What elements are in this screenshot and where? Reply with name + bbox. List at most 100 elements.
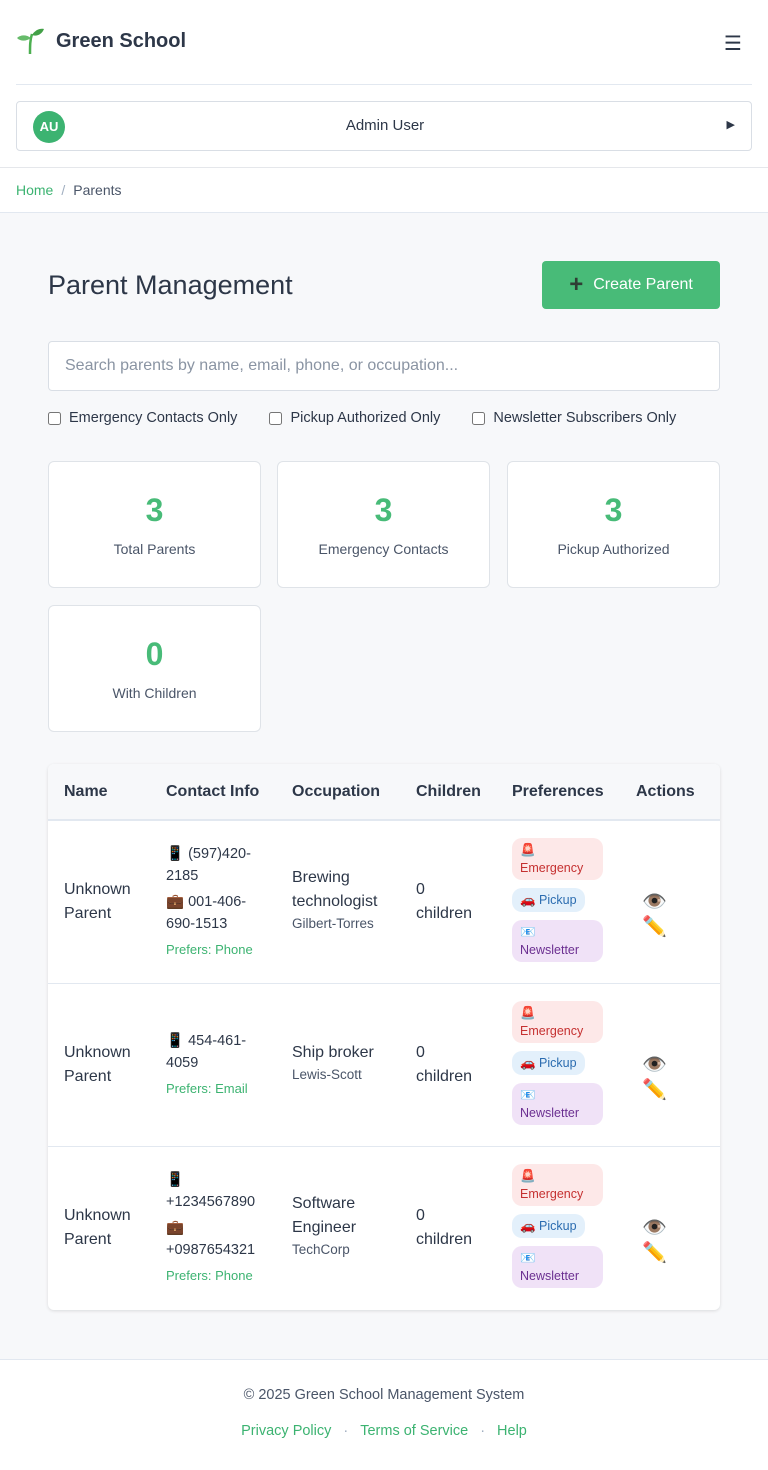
- terms-link[interactable]: Terms of Service: [360, 1423, 468, 1439]
- parent-name-second: Parent: [64, 905, 112, 922]
- stat-total-parents: 3 Total Parents: [48, 461, 261, 588]
- hamburger-menu-icon[interactable]: ☰: [722, 33, 744, 55]
- page-title: Parent Management: [48, 270, 293, 300]
- contact-info: 📱 454-461-4059 Prefers: Email: [166, 1030, 266, 1098]
- pickup-badge: 🚗 Pickup: [512, 1051, 585, 1075]
- children-count: 0 children: [416, 1041, 472, 1089]
- newsletter-badge: 📧 Newsletter: [512, 1246, 603, 1288]
- job-title: Software Engineer: [292, 1195, 357, 1236]
- children-count: 0 children: [416, 878, 472, 926]
- parent-name: Unknown Parent: [64, 878, 154, 926]
- emergency-badge: 🚨 Emergency: [512, 1001, 603, 1043]
- breadcrumb-home-link[interactable]: Home: [16, 182, 53, 198]
- edit-icon[interactable]: ✏️: [642, 1077, 688, 1102]
- primary-phone: 📱 (597)420-2185: [166, 846, 251, 884]
- children-unit: children: [416, 1231, 473, 1248]
- filter-newsletter[interactable]: Newsletter Subscribers Only: [472, 410, 676, 426]
- row-actions: 👁️✏️: [642, 1215, 720, 1265]
- contact-preference: Prefers: Phone: [166, 942, 253, 957]
- breadcrumb-current: Parents: [73, 182, 122, 198]
- privacy-policy-link[interactable]: Privacy Policy: [241, 1423, 331, 1439]
- table-row: Unknown Parent 📱 +1234567890 💼 +09876543…: [48, 1147, 720, 1310]
- work-phone: 💼 001-406-690-1513: [166, 894, 247, 932]
- app-title: Green School: [56, 29, 187, 52]
- edit-icon[interactable]: ✏️: [642, 914, 688, 939]
- plus-icon: +: [569, 271, 584, 298]
- job-title: Ship broker: [292, 1044, 374, 1061]
- search-input[interactable]: [48, 341, 720, 391]
- breadcrumb: Home / Parents: [0, 168, 768, 213]
- filter-group: Emergency Contacts Only Pickup Authorize…: [48, 410, 676, 426]
- filter-emergency-checkbox[interactable]: [48, 411, 61, 425]
- main-content: Parent Management + Create Parent Emerge…: [0, 213, 768, 1359]
- col-preferences: Preferences: [512, 783, 604, 800]
- top-navbar: Green School ☰: [0, 0, 768, 85]
- row-actions: 👁️✏️: [642, 1052, 720, 1102]
- parent-name-second: Parent: [64, 1068, 112, 1085]
- table-header: Name Contact Info Occupation Children Pr…: [48, 764, 720, 821]
- parent-name-second: Parent: [64, 1231, 112, 1248]
- col-occupation: Occupation: [292, 783, 381, 800]
- employer: TechCorp: [292, 1242, 350, 1257]
- primary-phone: 📱 454-461-4059: [166, 1033, 247, 1071]
- stat-value: 3: [145, 492, 164, 528]
- user-menu[interactable]: AU Admin User ▶: [16, 101, 752, 151]
- pickup-badge: 🚗 Pickup: [512, 888, 585, 912]
- work-phone: 💼 +0987654321: [166, 1220, 256, 1258]
- caret-right-icon: ▶: [726, 119, 735, 131]
- footer-separator: ·: [343, 1423, 349, 1439]
- children-unit: children: [416, 1068, 473, 1085]
- sprout-icon: [17, 28, 44, 55]
- emergency-badge: 🚨 Emergency: [512, 838, 603, 880]
- newsletter-badge: 📧 Newsletter: [512, 1083, 603, 1125]
- copyright: © 2025 Green School Management System: [243, 1387, 525, 1403]
- row-actions: 👁️✏️: [642, 889, 720, 939]
- primary-phone: 📱 +1234567890: [166, 1172, 256, 1210]
- create-parent-button[interactable]: + Create Parent: [542, 261, 720, 309]
- stat-value: 3: [374, 492, 393, 528]
- stat-value: 3: [604, 492, 623, 528]
- filter-newsletter-checkbox[interactable]: [472, 411, 486, 425]
- occupation: Software Engineer TechCorp: [292, 1192, 402, 1257]
- stat-label: Pickup Authorized: [557, 541, 670, 557]
- stat-label: Emergency Contacts: [318, 541, 449, 557]
- edit-icon[interactable]: ✏️: [642, 1240, 688, 1265]
- filter-emergency[interactable]: Emergency Contacts Only: [48, 410, 237, 426]
- table-row: Unknown Parent 📱 454-461-4059 Prefers: E…: [48, 984, 720, 1147]
- filter-newsletter-label: Newsletter Subscribers Only: [493, 410, 677, 426]
- view-icon[interactable]: 👁️: [642, 1215, 688, 1240]
- contact-preference: Prefers: Phone: [166, 1268, 253, 1283]
- view-icon[interactable]: 👁️: [642, 1052, 688, 1077]
- stat-emergency-contacts: 3 Emergency Contacts: [277, 461, 490, 588]
- children-unit: children: [416, 905, 473, 922]
- parent-name-first: Unknown: [64, 881, 131, 898]
- filter-pickup[interactable]: Pickup Authorized Only: [269, 410, 440, 426]
- footer: © 2025 Green School Management System Pr…: [0, 1359, 768, 1470]
- view-icon[interactable]: 👁️: [642, 889, 688, 914]
- contact-preference: Prefers: Email: [166, 1081, 248, 1096]
- stat-value: 0: [145, 636, 164, 672]
- contact-info: 📱 (597)420-2185 💼 001-406-690-1513 Prefe…: [166, 843, 266, 959]
- stat-pickup-authorized: 3 Pickup Authorized: [507, 461, 720, 588]
- preferences: 🚨 Emergency 🚗 Pickup 📧 Newsletter: [512, 1164, 604, 1296]
- breadcrumb-separator: /: [61, 182, 66, 198]
- parent-name-first: Unknown: [64, 1044, 131, 1061]
- brand[interactable]: Green School: [16, 26, 186, 56]
- children-number: 0: [416, 1044, 425, 1061]
- filter-pickup-checkbox[interactable]: [269, 411, 283, 425]
- employer: Lewis-Scott: [292, 1067, 362, 1082]
- preferences: 🚨 Emergency 🚗 Pickup 📧 Newsletter: [512, 838, 604, 970]
- stat-label: Total Parents: [113, 541, 196, 557]
- parent-name-first: Unknown: [64, 1207, 131, 1224]
- help-link[interactable]: Help: [497, 1423, 527, 1439]
- col-actions: Actions: [636, 783, 695, 800]
- footer-separator: ·: [480, 1423, 486, 1439]
- occupation: Ship broker Lewis-Scott: [292, 1041, 402, 1082]
- employer: Gilbert-Torres: [292, 916, 374, 931]
- parent-name: Unknown Parent: [64, 1041, 154, 1089]
- emergency-badge: 🚨 Emergency: [512, 1164, 603, 1206]
- footer-links: Privacy Policy · Terms of Service · Help: [0, 1423, 768, 1439]
- header-divider: [16, 84, 752, 85]
- col-contact: Contact Info: [166, 783, 260, 800]
- children-count: 0 children: [416, 1204, 472, 1252]
